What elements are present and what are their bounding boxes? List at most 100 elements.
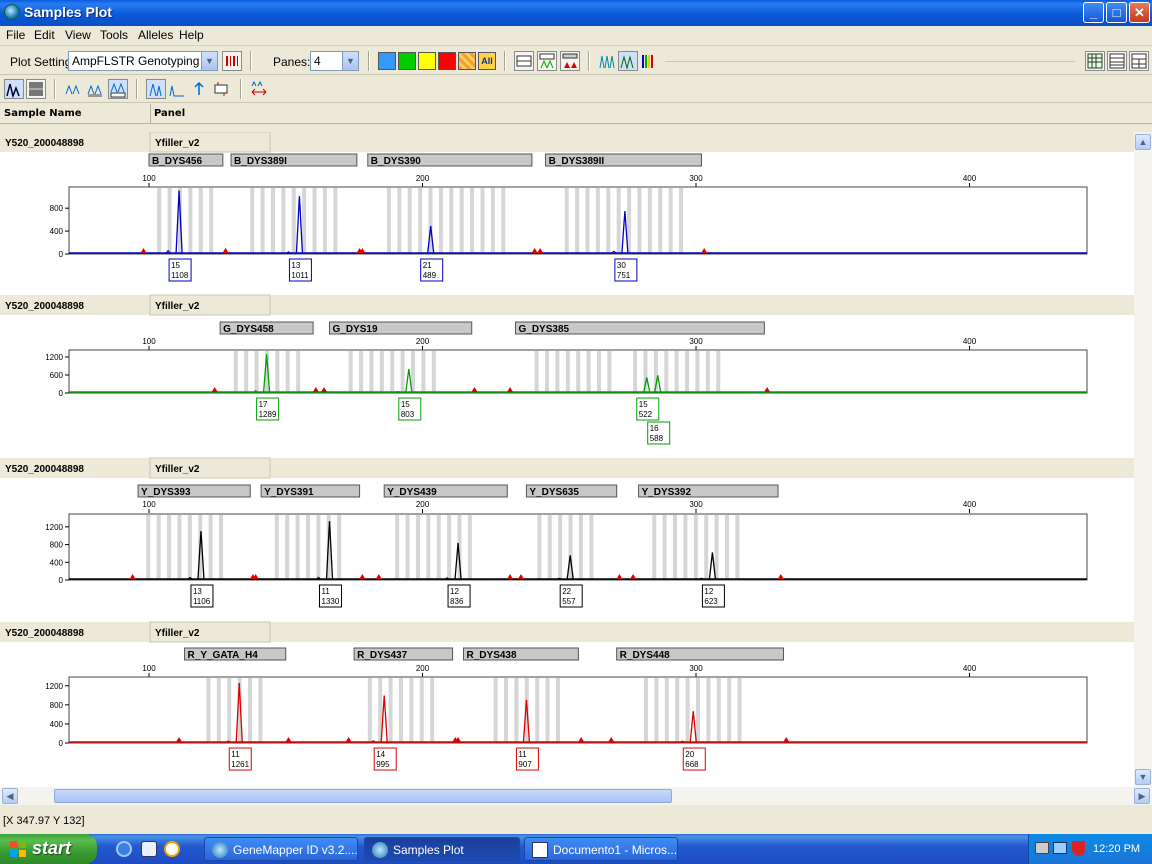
panel-header[interactable]: Panel <box>154 108 185 119</box>
printer-icon[interactable] <box>1035 842 1049 854</box>
plot-setting-select[interactable]: AmpFLSTR Genotyping ▼ <box>68 51 218 71</box>
plot-settings-editor-button[interactable] <box>222 51 242 71</box>
menu-edit[interactable]: Edit <box>34 28 55 42</box>
marker-view-button[interactable] <box>560 51 580 71</box>
allele-call: 12 <box>704 587 713 596</box>
size-standard-icon[interactable] <box>168 80 186 98</box>
toolbar-separator <box>368 51 370 71</box>
network-icon[interactable] <box>1053 842 1067 854</box>
all-dyes-button[interactable]: All <box>478 52 496 70</box>
zoom-horizontal-icon[interactable] <box>250 80 268 98</box>
panel-name-cell: Yfiller_v2 <box>155 628 200 639</box>
scroll-left-button[interactable]: ◀ <box>2 788 18 804</box>
allele-call: 15 <box>401 400 410 409</box>
sample-name-header[interactable]: Sample Name <box>4 108 82 119</box>
allele-bin <box>493 678 498 742</box>
allele-bin <box>585 188 590 253</box>
marker-label: R_DYS437 <box>357 650 407 661</box>
electropherogram-view-button[interactable] <box>4 79 24 99</box>
allele-bin <box>295 515 300 579</box>
internet-explorer-icon[interactable] <box>116 841 132 857</box>
toolbar-separator <box>136 79 138 99</box>
raw-data-view-button[interactable] <box>26 79 46 99</box>
allele-call: 15 <box>639 400 648 409</box>
cursor-coordinates: [X 347.97 Y 132] <box>3 815 85 827</box>
layout-view-3-button[interactable] <box>1129 51 1149 71</box>
menu-tools[interactable]: Tools <box>100 28 128 42</box>
marker-label: R_Y_GATA_H4 <box>188 650 259 661</box>
table-view-button[interactable] <box>514 51 534 71</box>
yellow-dye-button[interactable] <box>418 52 436 70</box>
taskbar-word-document[interactable]: Documento1 - Micros... <box>524 837 678 861</box>
layout-view-1-button[interactable] <box>1085 51 1105 71</box>
taskbar-samples-plot[interactable]: Samples Plot <box>364 837 520 861</box>
menu-file[interactable]: File <box>6 28 25 42</box>
samples-plot-icon <box>372 842 388 858</box>
allele-bin <box>716 678 721 742</box>
green-dye-button[interactable] <box>398 52 416 70</box>
red-dye-button[interactable] <box>438 52 456 70</box>
taskbar-genemapper[interactable]: GeneMapper ID v3.2.... <box>204 837 358 861</box>
dye-view-button[interactable] <box>146 79 166 99</box>
allele-call: 15 <box>171 261 180 270</box>
scroll-up-button[interactable]: ▲ <box>1135 134 1151 150</box>
peak-label-toggle-button[interactable] <box>108 79 128 99</box>
pane-1: Y520_200048898 Yfiller_v2 B_DYS456 B_DYS389… <box>0 132 1134 282</box>
allele-call: 12 <box>450 587 459 596</box>
allele-bin <box>459 188 464 253</box>
peak-group-icon[interactable] <box>64 80 82 98</box>
horizontal-scrollbar[interactable]: ◀ ▶ <box>0 787 1152 805</box>
outlook-icon[interactable] <box>141 841 157 857</box>
genemapper-icon <box>212 842 228 858</box>
allele-bin <box>652 515 657 579</box>
menu-view[interactable]: View <box>65 28 91 42</box>
allele-bin <box>305 515 310 579</box>
start-button[interactable]: start <box>0 834 97 864</box>
allele-bin <box>337 515 342 579</box>
allele-bin <box>673 515 678 579</box>
multi-peak-icon[interactable] <box>598 52 616 70</box>
menu-alleles[interactable]: Alleles <box>138 28 173 42</box>
vertical-scrollbar[interactable]: ▲ ▼ <box>1134 132 1152 787</box>
color-bars-icon[interactable] <box>640 52 658 70</box>
grid-icon <box>1087 53 1103 69</box>
allele-bin <box>386 188 391 253</box>
allele-bin <box>716 351 721 392</box>
media-player-icon[interactable] <box>164 841 180 857</box>
allele-bin <box>198 188 203 253</box>
electropherogram-canvas[interactable]: Y520_200048898 Yfiller_v2 B_DYS456 B_DYS389… <box>0 132 1134 787</box>
peak-height: 1106 <box>193 597 211 606</box>
allele-bin <box>281 188 286 253</box>
sample-info-icon[interactable] <box>212 80 230 98</box>
peak-height: 1289 <box>259 410 277 419</box>
allele-bin <box>209 188 214 253</box>
allele-bin <box>188 188 193 253</box>
orange-dye-button[interactable] <box>458 52 476 70</box>
bp-tick-label: 400 <box>963 500 977 509</box>
allele-bin <box>683 515 688 579</box>
column-divider[interactable] <box>150 104 151 124</box>
peak-bins-icon[interactable] <box>86 80 104 98</box>
allele-bin <box>348 351 353 392</box>
arrow-up-icon[interactable] <box>190 80 208 98</box>
minimize-button[interactable]: _ <box>1083 2 1104 23</box>
peak-labels-button[interactable] <box>537 51 557 71</box>
horizontal-scroll-thumb[interactable] <box>54 789 672 803</box>
allele-bin <box>514 678 519 742</box>
peak-label-icon <box>539 53 555 69</box>
close-button[interactable]: ✕ <box>1129 2 1150 23</box>
menu-help[interactable]: Help <box>179 28 204 42</box>
allele-bin <box>664 678 669 742</box>
scroll-right-button[interactable]: ▶ <box>1134 788 1150 804</box>
maximize-button[interactable]: □ <box>1106 2 1127 23</box>
marker-label: G_DYS458 <box>223 324 274 335</box>
layout-view-2-button[interactable] <box>1107 51 1127 71</box>
blue-dye-button[interactable] <box>378 52 396 70</box>
scroll-down-button[interactable]: ▼ <box>1135 769 1151 785</box>
shield-icon[interactable] <box>1072 841 1085 856</box>
plot-setting-value: AmpFLSTR Genotyping <box>72 54 200 68</box>
panes-select[interactable]: 4 ▼ <box>310 51 359 71</box>
overlay-view-button[interactable] <box>618 51 638 71</box>
allele-bin <box>167 188 172 253</box>
allele-bin <box>254 351 259 392</box>
